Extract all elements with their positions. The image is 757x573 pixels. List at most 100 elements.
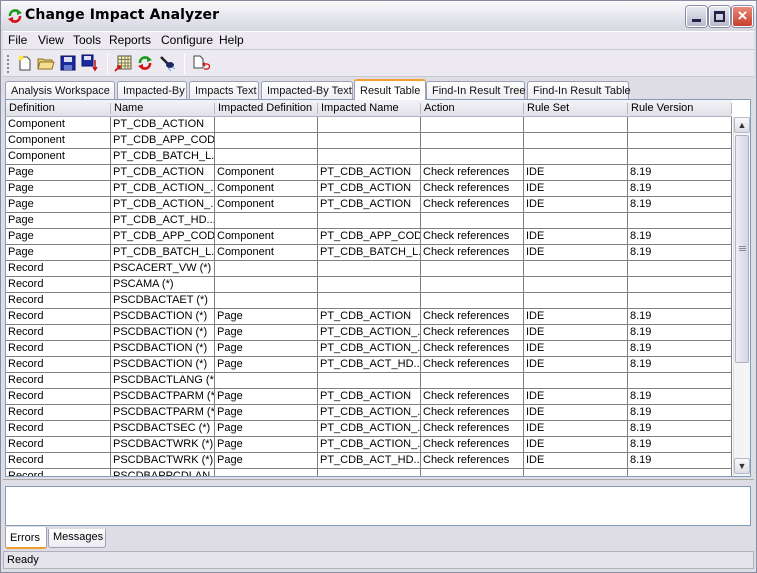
table-cell[interactable]: Page [215, 405, 318, 420]
table-cell[interactable]: PT_CDB_BATCH_L... [318, 245, 421, 260]
table-row[interactable]: Page PT_CDB_ACT_HD... [6, 213, 732, 229]
table-cell[interactable] [524, 373, 628, 388]
table-cell[interactable]: Component [215, 229, 318, 244]
table-cell[interactable]: Page [215, 357, 318, 372]
table-row[interactable]: Record PSCDBACTWRK (*) Page PT_CDB_ACT_HD..… [6, 453, 732, 469]
table-row[interactable]: Record PSCDBACTLANG (*) [6, 373, 732, 389]
table-cell[interactable]: Page [215, 421, 318, 436]
undo-document-button[interactable] [191, 53, 211, 73]
table-cell[interactable]: Record [6, 437, 111, 452]
table-cell[interactable]: PSCDBACTPARM (*) [111, 389, 215, 404]
table-cell[interactable]: Check references [421, 165, 524, 180]
tab-find-in-result-table[interactable]: Find-In Result Table [527, 81, 631, 100]
table-row[interactable]: Record PSCDBACTWRK (*) Page PT_CDB_ACTION_.… [6, 437, 732, 453]
table-cell[interactable]: IDE [524, 197, 628, 212]
scroll-down-button[interactable]: ▼ [734, 458, 750, 474]
table-cell[interactable]: PT_CDB_ACTION [111, 165, 215, 180]
menu-configure[interactable]: Configure [161, 33, 213, 47]
table-cell[interactable] [318, 277, 421, 292]
table-cell[interactable] [421, 293, 524, 308]
table-cell[interactable]: PSCDBACTION (*) [111, 341, 215, 356]
table-cell[interactable]: Record [6, 469, 111, 476]
column-resize-handle[interactable] [523, 103, 524, 114]
table-cell[interactable]: 8.19 [628, 245, 732, 260]
table-row[interactable]: Record PSCDBACTION (*) Page PT_CDB_ACTION Ch… [6, 309, 732, 325]
table-cell[interactable] [421, 277, 524, 292]
title-bar[interactable]: Change Impact Analyzer × [1, 1, 756, 31]
table-cell[interactable]: Page [6, 181, 111, 196]
table-row[interactable]: Record PSCDBACTAET (*) [6, 293, 732, 309]
column-resize-handle[interactable] [420, 103, 421, 114]
column-resize-handle[interactable] [110, 103, 111, 114]
table-cell[interactable]: PT_CDB_ACTION_... [318, 421, 421, 436]
column-header[interactable]: Rule Set [527, 102, 569, 114]
table-row[interactable]: Record PSCDBACTSEC (*) Page PT_CDB_ACTION_.… [6, 421, 732, 437]
table-cell[interactable]: 8.19 [628, 389, 732, 404]
table-row[interactable]: Record PSCDBACTION (*) Page PT_CDB_ACT_HD..… [6, 357, 732, 373]
table-cell[interactable]: Check references [421, 453, 524, 468]
table-cell[interactable] [628, 261, 732, 276]
table-cell[interactable]: Check references [421, 325, 524, 340]
split-pane-divider[interactable] [3, 479, 754, 484]
table-cell[interactable] [524, 117, 628, 132]
table-cell[interactable] [318, 261, 421, 276]
table-cell[interactable] [318, 293, 421, 308]
column-resize-handle[interactable] [317, 103, 318, 114]
table-cell[interactable]: PT_CDB_ACTION [111, 117, 215, 132]
table-cell[interactable]: PT_CDB_APP_CODE [111, 133, 215, 148]
table-cell[interactable]: Page [6, 229, 111, 244]
table-row[interactable]: Page PT_CDB_ACTION Component PT_CDB_ACTION C… [6, 165, 732, 181]
save-button[interactable] [58, 53, 78, 73]
table-cell[interactable] [421, 133, 524, 148]
tab-impacts-text[interactable]: Impacts Text [189, 81, 259, 100]
save-as-button[interactable] [80, 53, 100, 73]
table-cell[interactable] [421, 149, 524, 164]
refresh-button[interactable] [135, 53, 155, 73]
tab-impacted-by[interactable]: Impacted-By [117, 81, 187, 100]
table-cell[interactable]: Check references [421, 437, 524, 452]
table-cell[interactable]: Record [6, 261, 111, 276]
table-cell[interactable]: PT_CDB_ACTION [318, 197, 421, 212]
table-cell[interactable] [524, 261, 628, 276]
table-row[interactable]: Page PT_CDB_APP_CODE Component PT_CDB_APP_C… [6, 229, 732, 245]
table-row[interactable]: Page PT_CDB_ACTION_... Component PT_CDB_ACT… [6, 197, 732, 213]
scroll-up-button[interactable]: ▲ [734, 117, 750, 133]
table-row[interactable]: Page PT_CDB_ACTION_... Component PT_CDB_ACT… [6, 181, 732, 197]
table-cell[interactable]: PT_CDB_ACTION [318, 309, 421, 324]
table-cell[interactable]: 8.19 [628, 309, 732, 324]
table-cell[interactable]: Page [6, 213, 111, 228]
close-button[interactable]: × [732, 6, 753, 27]
table-cell[interactable]: Record [6, 341, 111, 356]
table-cell[interactable]: Page [6, 165, 111, 180]
table-cell[interactable]: PT_CDB_ACTION_... [318, 341, 421, 356]
toolbar-grip[interactable] [7, 55, 9, 73]
table-cell[interactable]: Page [215, 389, 318, 404]
column-header[interactable]: Rule Version [631, 102, 693, 114]
table-cell[interactable]: IDE [524, 341, 628, 356]
table-cell[interactable]: IDE [524, 181, 628, 196]
table-cell[interactable]: 8.19 [628, 453, 732, 468]
table-cell[interactable]: IDE [524, 421, 628, 436]
table-cell[interactable]: Check references [421, 245, 524, 260]
table-cell[interactable]: Record [6, 421, 111, 436]
table-cell[interactable]: IDE [524, 229, 628, 244]
table-cell[interactable] [215, 277, 318, 292]
table-cell[interactable] [318, 469, 421, 476]
table-cell[interactable] [628, 469, 732, 476]
table-cell[interactable] [421, 117, 524, 132]
table-cell[interactable]: PT_CDB_BATCH_L... [111, 245, 215, 260]
table-cell[interactable]: Component [6, 149, 111, 164]
table-cell[interactable]: IDE [524, 357, 628, 372]
table-cell[interactable] [318, 149, 421, 164]
table-cell[interactable] [628, 117, 732, 132]
table-cell[interactable] [215, 117, 318, 132]
minimize-button[interactable] [686, 6, 707, 27]
table-cell[interactable]: PT_CDB_ACT_HD... [318, 357, 421, 372]
table-cell[interactable]: PT_CDB_APP_CODE [318, 229, 421, 244]
table-cell[interactable]: PT_CDB_ACT_HD... [318, 453, 421, 468]
table-cell[interactable]: IDE [524, 325, 628, 340]
table-cell[interactable] [215, 213, 318, 228]
table-cell[interactable] [628, 213, 732, 228]
table-cell[interactable]: Component [215, 245, 318, 260]
table-cell[interactable]: Record [6, 389, 111, 404]
